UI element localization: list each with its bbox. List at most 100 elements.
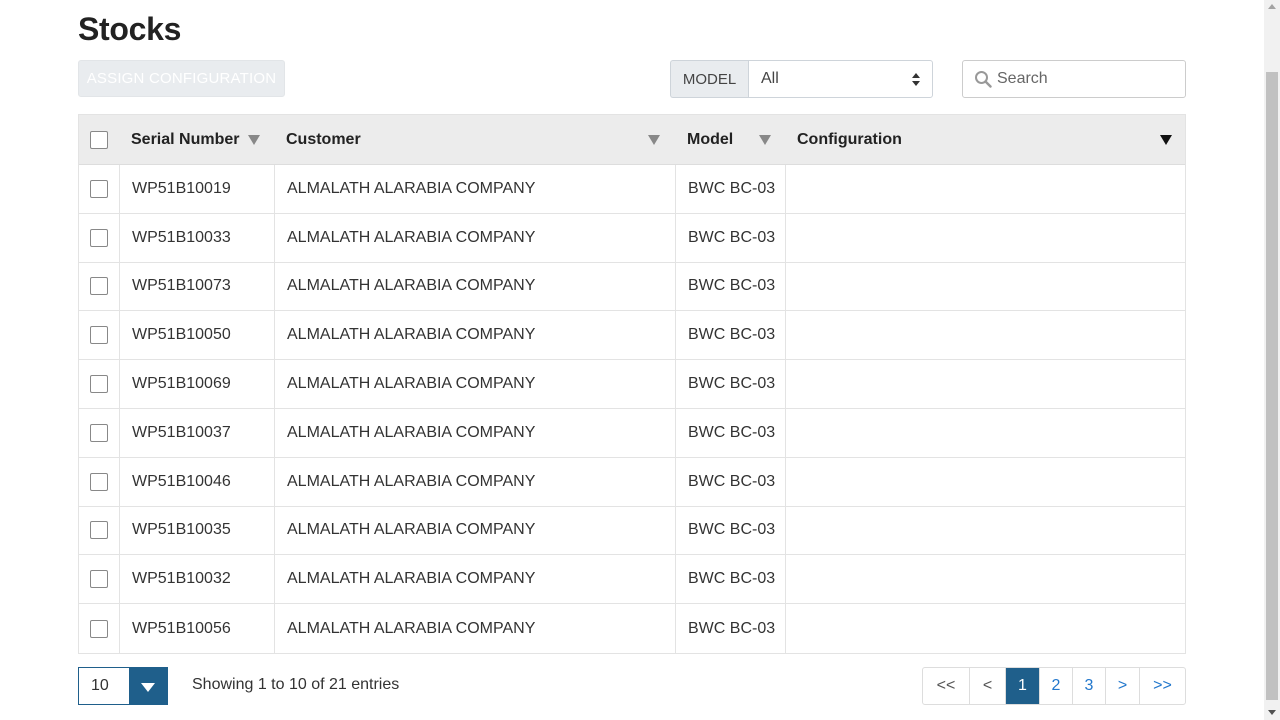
- row-select-cell: [79, 507, 119, 555]
- cell-customer: ALMALATH ALARABIA COMPANY: [274, 604, 675, 653]
- cell-serial-number: WP51B10019: [119, 165, 274, 213]
- entries-info: Showing 1 to 10 of 21 entries: [192, 676, 400, 693]
- cell-configuration: [785, 506, 1185, 555]
- cell-customer: ALMALATH ALARABIA COMPANY: [274, 165, 675, 213]
- row-select-cell: [79, 311, 119, 359]
- cell-serial-number: WP51B10050: [119, 311, 274, 360]
- header-configuration[interactable]: Configuration: [785, 115, 1185, 164]
- table-row[interactable]: WP51B10050 ALMALATH ALARABIA COMPANY BWC…: [79, 311, 1185, 361]
- header-serial-number[interactable]: Serial Number: [119, 115, 274, 164]
- filter-icon[interactable]: [1160, 135, 1172, 145]
- cell-configuration: [785, 457, 1185, 506]
- cell-model: BWC BC-03: [675, 604, 785, 653]
- row-select-cell: [79, 214, 119, 262]
- cell-customer: ALMALATH ALARABIA COMPANY: [274, 213, 675, 262]
- model-select[interactable]: All: [748, 60, 933, 98]
- row-select-cell: [79, 263, 119, 311]
- filter-icon[interactable]: [759, 135, 771, 145]
- page-title: Stocks: [78, 11, 182, 47]
- table-row[interactable]: WP51B10069 ALMALATH ALARABIA COMPANY BWC…: [79, 360, 1185, 409]
- cell-model: BWC BC-03: [675, 213, 785, 262]
- table-body: WP51B10019 ALMALATH ALARABIA COMPANY BWC…: [79, 165, 1185, 653]
- cell-model: BWC BC-03: [675, 311, 785, 360]
- scroll-down-icon[interactable]: [1268, 710, 1276, 715]
- page-size-select[interactable]: 10: [78, 667, 168, 705]
- row-checkbox[interactable]: [90, 423, 108, 442]
- cell-configuration: [785, 360, 1185, 408]
- filter-icon[interactable]: [648, 135, 660, 145]
- header-model-label: Model: [687, 130, 734, 148]
- chevron-down-icon[interactable]: [129, 668, 167, 704]
- page-size-value: 10: [91, 677, 109, 694]
- assign-configuration-button[interactable]: ASSIGN CONFIGURATION: [78, 60, 285, 97]
- vertical-scrollbar[interactable]: [1264, 0, 1280, 720]
- table-row[interactable]: WP51B10056 ALMALATH ALARABIA COMPANY BWC…: [79, 604, 1185, 653]
- row-checkbox[interactable]: [90, 326, 108, 345]
- row-checkbox[interactable]: [90, 228, 108, 247]
- prev-page-button[interactable]: <: [969, 668, 1005, 704]
- cell-model: BWC BC-03: [675, 360, 785, 408]
- page-button-1[interactable]: 1: [1005, 668, 1039, 704]
- page-button-3[interactable]: 3: [1072, 668, 1105, 704]
- table-row[interactable]: WP51B10032 ALMALATH ALARABIA COMPANY BWC…: [79, 555, 1185, 605]
- select-all-checkbox[interactable]: [90, 130, 108, 149]
- model-filter-label: MODEL: [670, 60, 748, 98]
- search-input[interactable]: [997, 70, 1177, 88]
- cell-model: BWC BC-03: [675, 457, 785, 506]
- table-row[interactable]: WP51B10046 ALMALATH ALARABIA COMPANY BWC…: [79, 457, 1185, 507]
- table-row[interactable]: WP51B10019 ALMALATH ALARABIA COMPANY BWC…: [79, 165, 1185, 214]
- pagination: << < 1 2 3 > >>: [922, 667, 1186, 705]
- search-box[interactable]: [962, 60, 1186, 98]
- first-page-button[interactable]: <<: [923, 668, 969, 704]
- cell-customer: ALMALATH ALARABIA COMPANY: [274, 262, 675, 311]
- cell-model: BWC BC-03: [675, 506, 785, 555]
- table-row[interactable]: WP51B10037 ALMALATH ALARABIA COMPANY BWC…: [79, 408, 1185, 458]
- model-select-value: All: [761, 70, 779, 87]
- header-customer-label: Customer: [286, 130, 361, 148]
- header-configuration-label: Configuration: [797, 130, 902, 148]
- row-checkbox[interactable]: [90, 277, 108, 296]
- row-select-cell: [79, 165, 119, 213]
- cell-customer: ALMALATH ALARABIA COMPANY: [274, 457, 675, 506]
- table-row[interactable]: WP51B10033 ALMALATH ALARABIA COMPANY BWC…: [79, 213, 1185, 263]
- last-page-button[interactable]: >>: [1139, 668, 1185, 704]
- cell-serial-number: WP51B10032: [119, 555, 274, 604]
- cell-serial-number: WP51B10033: [119, 213, 274, 262]
- row-checkbox[interactable]: [90, 375, 108, 394]
- next-page-button[interactable]: >: [1105, 668, 1139, 704]
- cell-model: BWC BC-03: [675, 262, 785, 311]
- header-model[interactable]: Model: [675, 115, 785, 164]
- cell-configuration: [785, 555, 1185, 604]
- filter-icon[interactable]: [248, 135, 260, 145]
- row-checkbox[interactable]: [90, 521, 108, 540]
- cell-model: BWC BC-03: [675, 408, 785, 457]
- scroll-up-icon[interactable]: [1268, 4, 1276, 9]
- row-checkbox[interactable]: [90, 472, 108, 491]
- table-header: Serial Number Customer Model Configurati…: [79, 115, 1185, 165]
- cell-serial-number: WP51B10069: [119, 360, 274, 408]
- page-button-2[interactable]: 2: [1039, 668, 1072, 704]
- row-checkbox[interactable]: [90, 179, 108, 198]
- table-footer: 10 Showing 1 to 10 of 21 entries << < 1 …: [78, 667, 1186, 705]
- table-row[interactable]: WP51B10035 ALMALATH ALARABIA COMPANY BWC…: [79, 506, 1185, 556]
- table-row[interactable]: WP51B10073 ALMALATH ALARABIA COMPANY BWC…: [79, 262, 1185, 312]
- cell-configuration: [785, 262, 1185, 311]
- cell-customer: ALMALATH ALARABIA COMPANY: [274, 360, 675, 408]
- cell-customer: ALMALATH ALARABIA COMPANY: [274, 506, 675, 555]
- cell-customer: ALMALATH ALARABIA COMPANY: [274, 408, 675, 457]
- header-customer[interactable]: Customer: [274, 115, 675, 164]
- cell-serial-number: WP51B10035: [119, 506, 274, 555]
- row-select-cell: [79, 360, 119, 408]
- row-checkbox[interactable]: [90, 570, 108, 589]
- cell-model: BWC BC-03: [675, 165, 785, 213]
- cell-serial-number: WP51B10046: [119, 457, 274, 506]
- row-checkbox[interactable]: [90, 619, 108, 638]
- cell-configuration: [785, 604, 1185, 653]
- row-select-cell: [79, 555, 119, 603]
- select-all-cell: [79, 115, 119, 164]
- header-serial-number-label: Serial Number: [131, 130, 240, 148]
- cell-customer: ALMALATH ALARABIA COMPANY: [274, 311, 675, 360]
- row-select-cell: [79, 409, 119, 457]
- search-icon: [974, 70, 992, 88]
- scroll-thumb[interactable]: [1266, 72, 1278, 700]
